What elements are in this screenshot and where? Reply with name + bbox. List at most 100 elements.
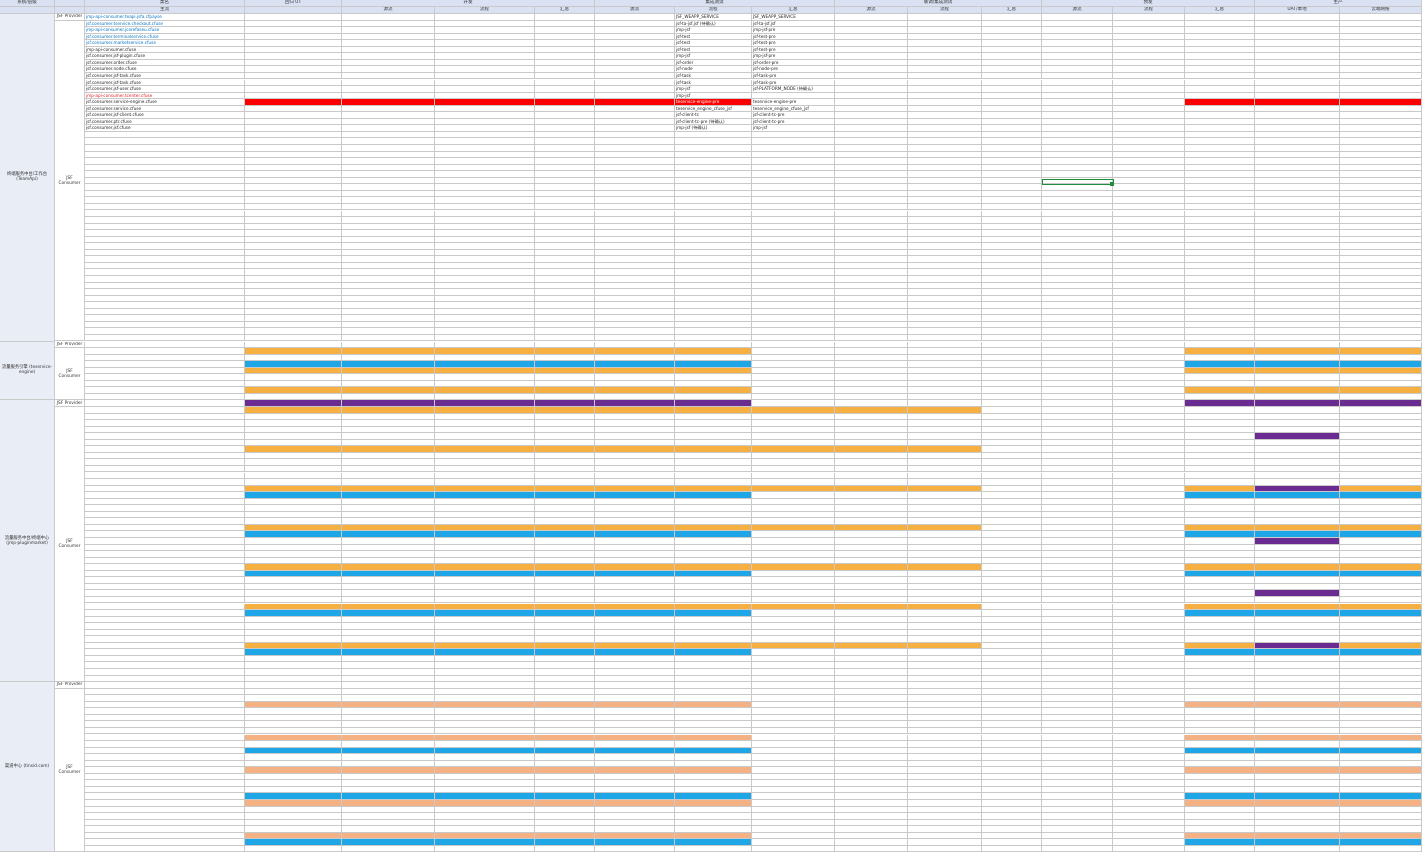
data-cell[interactable] [1255, 564, 1340, 571]
data-cell[interactable] [982, 72, 1042, 80]
data-cell[interactable] [752, 203, 835, 211]
row-class-name[interactable] [85, 793, 245, 800]
data-cell[interactable] [342, 498, 435, 506]
data-cell[interactable] [675, 171, 752, 178]
data-cell[interactable] [1042, 826, 1113, 833]
data-cell[interactable] [595, 400, 675, 407]
data-cell[interactable] [1042, 236, 1113, 244]
data-cell[interactable] [908, 662, 982, 669]
data-cell[interactable] [1340, 269, 1422, 276]
data-cell[interactable] [1185, 171, 1255, 178]
data-cell[interactable] [1185, 498, 1255, 506]
row-class-name[interactable] [85, 400, 245, 407]
data-cell[interactable] [908, 40, 982, 47]
data-cell[interactable] [835, 203, 908, 211]
data-cell[interactable] [675, 531, 752, 538]
data-cell[interactable] [245, 105, 342, 113]
data-cell[interactable] [982, 40, 1042, 47]
data-cell[interactable] [675, 727, 752, 735]
data-cell[interactable] [1113, 334, 1185, 342]
data-cell[interactable] [835, 760, 908, 768]
data-cell[interactable] [435, 138, 535, 145]
data-cell[interactable] [595, 695, 675, 702]
data-cell[interactable] [1113, 367, 1185, 375]
data-cell[interactable] [752, 171, 835, 178]
row-class-name[interactable] [85, 629, 245, 637]
data-cell[interactable] [1113, 596, 1185, 604]
data-cell[interactable] [982, 596, 1042, 604]
data-cell[interactable] [342, 105, 435, 113]
data-cell[interactable] [1340, 531, 1422, 538]
data-cell[interactable] [1340, 826, 1422, 833]
data-cell[interactable] [595, 138, 675, 145]
data-cell[interactable] [675, 845, 752, 853]
data-cell[interactable] [435, 498, 535, 506]
data-cell[interactable] [1042, 269, 1113, 276]
data-cell[interactable] [675, 596, 752, 604]
data-cell[interactable] [245, 845, 342, 853]
data-cell[interactable] [595, 793, 675, 800]
data-cell[interactable] [342, 171, 435, 178]
data-cell[interactable] [908, 498, 982, 506]
row-class-name[interactable]: jsf.consumer.service.cfuse [85, 105, 245, 113]
data-cell[interactable] [1185, 433, 1255, 440]
data-cell[interactable] [595, 203, 675, 211]
row-class-name[interactable] [85, 465, 245, 473]
data-cell[interactable] [1185, 629, 1255, 637]
data-cell[interactable] [535, 465, 595, 473]
data-cell[interactable] [1113, 498, 1185, 506]
data-cell[interactable] [435, 367, 535, 375]
data-cell[interactable] [535, 826, 595, 833]
data-cell[interactable] [1185, 845, 1255, 853]
data-cell[interactable] [675, 695, 752, 702]
data-cell[interactable] [982, 138, 1042, 145]
data-cell[interactable] [835, 72, 908, 80]
data-cell[interactable] [595, 826, 675, 833]
data-cell[interactable] [245, 826, 342, 833]
data-cell[interactable] [1185, 400, 1255, 407]
data-cell[interactable] [1340, 498, 1422, 506]
data-cell[interactable] [1185, 302, 1255, 309]
row-class-name[interactable] [85, 302, 245, 309]
data-cell[interactable] [1113, 793, 1185, 800]
data-cell[interactable] [1340, 400, 1422, 407]
data-cell[interactable] [1113, 845, 1185, 853]
data-cell[interactable] [435, 40, 535, 47]
data-cell[interactable] [595, 40, 675, 47]
data-cell[interactable] [752, 465, 835, 473]
data-cell[interactable] [982, 845, 1042, 853]
data-cell[interactable] [982, 465, 1042, 473]
data-cell[interactable] [982, 203, 1042, 211]
data-cell[interactable] [908, 845, 982, 853]
data-cell[interactable] [908, 465, 982, 473]
data-cell[interactable] [835, 727, 908, 735]
data-cell[interactable] [1042, 400, 1113, 407]
data-cell[interactable] [245, 72, 342, 80]
data-cell[interactable] [595, 596, 675, 604]
data-cell[interactable] [1185, 564, 1255, 571]
data-cell[interactable] [342, 203, 435, 211]
data-cell[interactable] [1340, 662, 1422, 669]
data-cell[interactable] [982, 695, 1042, 702]
data-cell[interactable] [1042, 629, 1113, 637]
data-cell[interactable] [595, 465, 675, 473]
data-cell[interactable] [675, 138, 752, 145]
data-cell[interactable] [435, 302, 535, 309]
data-cell[interactable] [835, 826, 908, 833]
data-cell[interactable] [675, 302, 752, 309]
data-cell[interactable] [1255, 72, 1340, 80]
data-cell[interactable] [835, 662, 908, 669]
data-cell[interactable] [245, 531, 342, 538]
data-cell[interactable] [982, 171, 1042, 178]
data-cell[interactable] [595, 760, 675, 768]
data-cell[interactable] [1185, 793, 1255, 800]
data-cell[interactable] [1113, 269, 1185, 276]
data-cell[interactable] [982, 367, 1042, 375]
data-cell[interactable] [1185, 105, 1255, 113]
data-cell[interactable] [1042, 727, 1113, 735]
row-class-name[interactable] [85, 662, 245, 669]
data-cell[interactable] [435, 171, 535, 178]
data-cell[interactable] [908, 400, 982, 407]
data-cell[interactable] [752, 727, 835, 735]
data-cell[interactable] [535, 334, 595, 342]
